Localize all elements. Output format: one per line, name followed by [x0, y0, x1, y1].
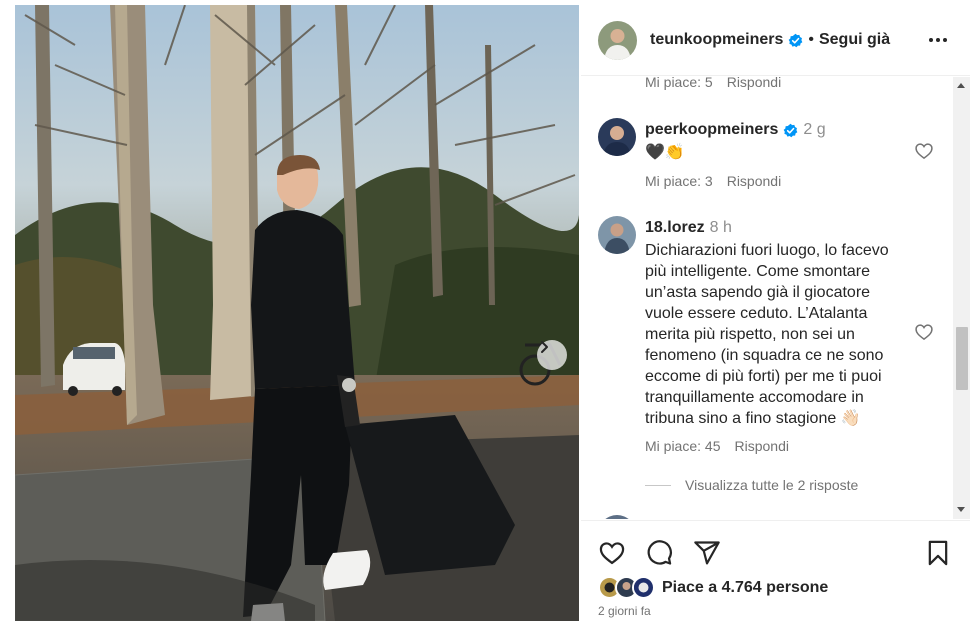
comment-icon[interactable] — [645, 539, 673, 567]
verified-badge-icon — [784, 123, 798, 137]
comment-time[interactable]: 8 h — [710, 219, 732, 237]
comment-item: 18.lorez 8 h Dichiarazioni fuori luogo, … — [581, 216, 961, 456]
commenter-avatar[interactable] — [598, 118, 636, 156]
commenter-avatar[interactable] — [598, 515, 636, 519]
heart-icon[interactable] — [914, 322, 934, 342]
scroll-down-arrow-icon[interactable] — [957, 507, 965, 512]
comment-text: Dichiarazioni fuori luogo, lo facevo più… — [645, 242, 889, 427]
reply-button[interactable]: Rispondi — [734, 438, 788, 454]
comment-like-count: Mi piace: 3 — [645, 173, 713, 189]
scroll-thumb[interactable] — [956, 327, 968, 390]
previous-comment-meta: Mi piace: 5 Rispondi — [645, 77, 781, 90]
comment-header: peerkoopmeiners 2 g — [645, 121, 826, 139]
heart-icon[interactable] — [914, 141, 934, 161]
post-image[interactable] — [15, 5, 579, 621]
comment-username[interactable]: peerkoopmeiners — [645, 121, 778, 139]
comments-list[interactable]: Mi piace: 5 Rispondi peerkoopmeiners 2 g … — [581, 77, 970, 519]
header-separator: • — [808, 31, 814, 48]
next-image-button[interactable] — [537, 340, 567, 370]
comment-header: 18.lorez 8 h — [645, 219, 732, 237]
comment-like-count: Mi piace: 5 — [645, 77, 713, 90]
comment-item: peerkoopmeiners 2 g 🖤👏 Mi piace: 3 Rispon… — [581, 118, 961, 193]
author-username[interactable]: teunkoopmeiners — [650, 31, 783, 49]
post-header: teunkoopmeiners • Segui già — [581, 0, 970, 76]
verified-badge-icon — [789, 33, 803, 47]
post-date[interactable]: 2 giorni fa — [598, 604, 651, 618]
share-icon[interactable] — [693, 539, 721, 567]
post-details-panel: teunkoopmeiners • Segui già Mi piace: 5 R… — [581, 0, 970, 621]
view-replies-label: Visualizza tutte le 2 risposte — [685, 477, 859, 493]
bookmark-icon[interactable] — [924, 539, 952, 567]
comment-text: 🖤👏 — [645, 144, 685, 161]
comment-like-count: Mi piace: 45 — [645, 438, 721, 454]
post-actions-footer: Piace a 4.764 persone 2 giorni fa — [581, 520, 970, 621]
likes-count[interactable]: Piace a 4.764 persone — [662, 579, 828, 597]
chevron-right-icon — [541, 341, 548, 353]
comment-meta: Mi piace: 45 Rispondi — [645, 438, 789, 454]
author-avatar[interactable] — [598, 21, 637, 60]
commenter-avatar[interactable] — [598, 216, 636, 254]
replies-divider — [645, 484, 671, 486]
reply-button[interactable]: Rispondi — [727, 77, 781, 90]
view-replies-button[interactable]: Visualizza tutte le 2 risposte — [645, 477, 858, 493]
more-options-icon[interactable] — [926, 28, 950, 52]
comment-time[interactable]: 2 g — [803, 121, 825, 139]
post-photo — [15, 5, 579, 621]
likers-avatars[interactable] — [598, 576, 658, 600]
comment-meta: Mi piace: 3 Rispondi — [645, 173, 781, 189]
liker-avatar — [632, 576, 655, 599]
comment-username[interactable]: 18.lorez — [645, 219, 705, 237]
scroll-up-arrow-icon[interactable] — [957, 83, 965, 88]
author-line: teunkoopmeiners • Segui già — [650, 31, 890, 49]
reply-button[interactable]: Rispondi — [727, 173, 781, 189]
heart-icon[interactable] — [598, 539, 626, 567]
comments-scrollbar[interactable] — [953, 77, 970, 519]
follow-status-button[interactable]: Segui già — [819, 31, 890, 49]
